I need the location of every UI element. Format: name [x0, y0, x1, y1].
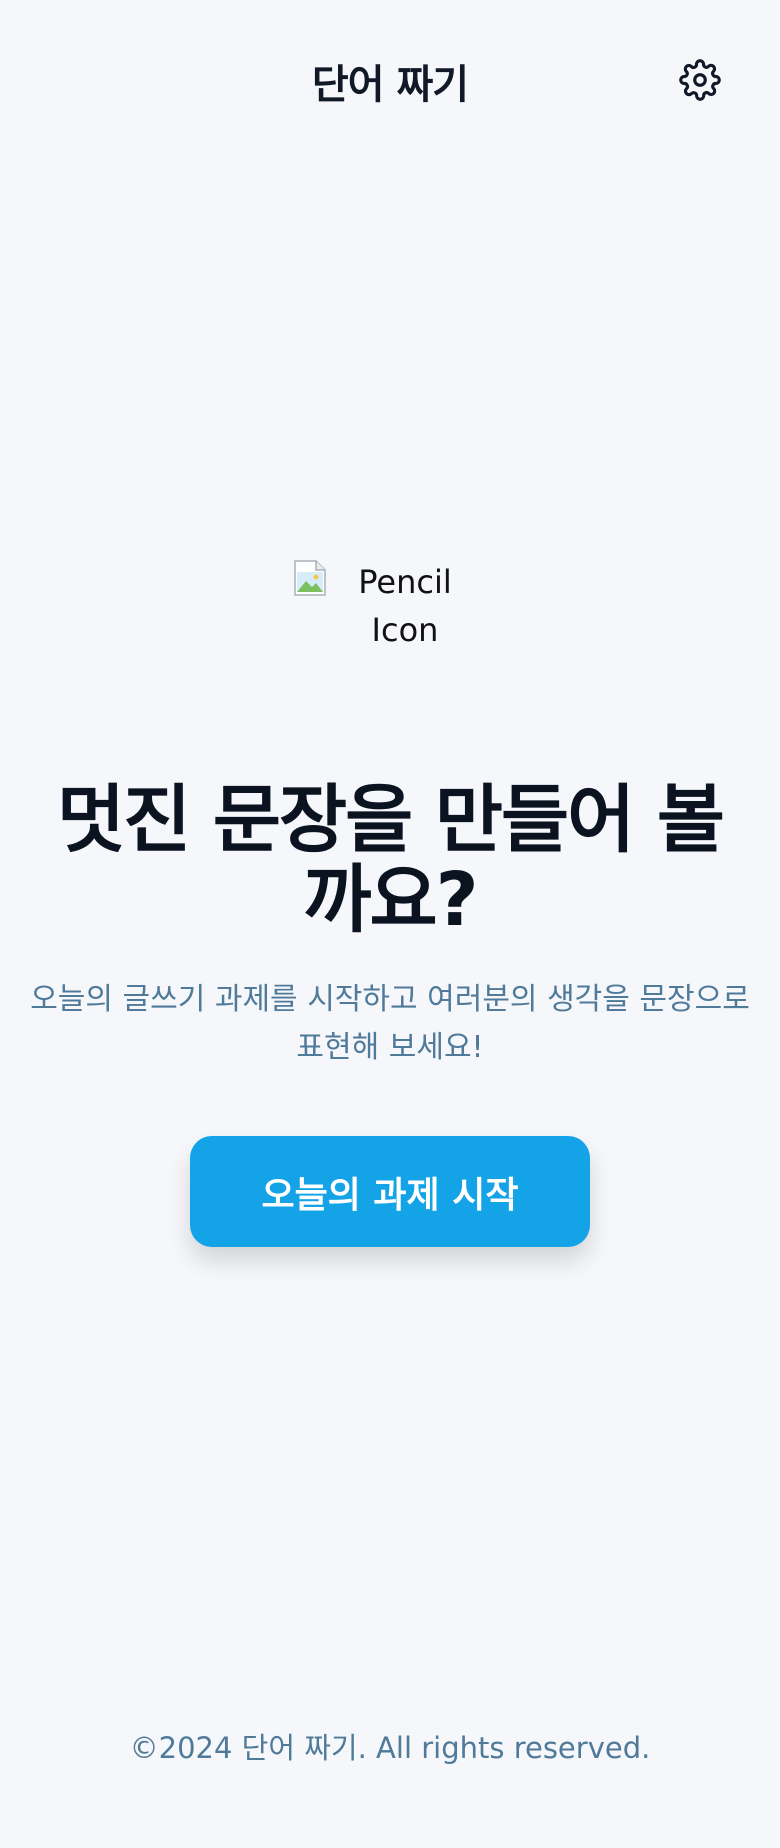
pencil-image: Pencil Icon — [290, 558, 490, 668]
app-title: 단어 짜기 — [311, 62, 469, 108]
start-task-button[interactable]: 오늘의 과제 시작 — [190, 1136, 590, 1247]
app-header: 단어 짜기 — [0, 0, 780, 160]
app-screen: 단어 짜기 Pencil Icon 멋진 문장을 만들어 볼까요? 오늘의 글쓰… — [0, 0, 780, 1848]
headline: 멋진 문장을 만들어 볼까요? — [56, 777, 725, 943]
broken-image-icon — [294, 560, 326, 596]
settings-button[interactable] — [676, 56, 724, 104]
copyright-footer: ©2024 단어 짜기. All rights reserved. — [129, 1731, 651, 1765]
pencil-image-alt-text: Pencil Icon — [358, 563, 452, 649]
gear-icon — [679, 59, 721, 101]
subtitle: 오늘의 글쓰기 과제를 시작하고 여러분의 생각을 문장으로 표현해 보세요! — [30, 982, 750, 1065]
